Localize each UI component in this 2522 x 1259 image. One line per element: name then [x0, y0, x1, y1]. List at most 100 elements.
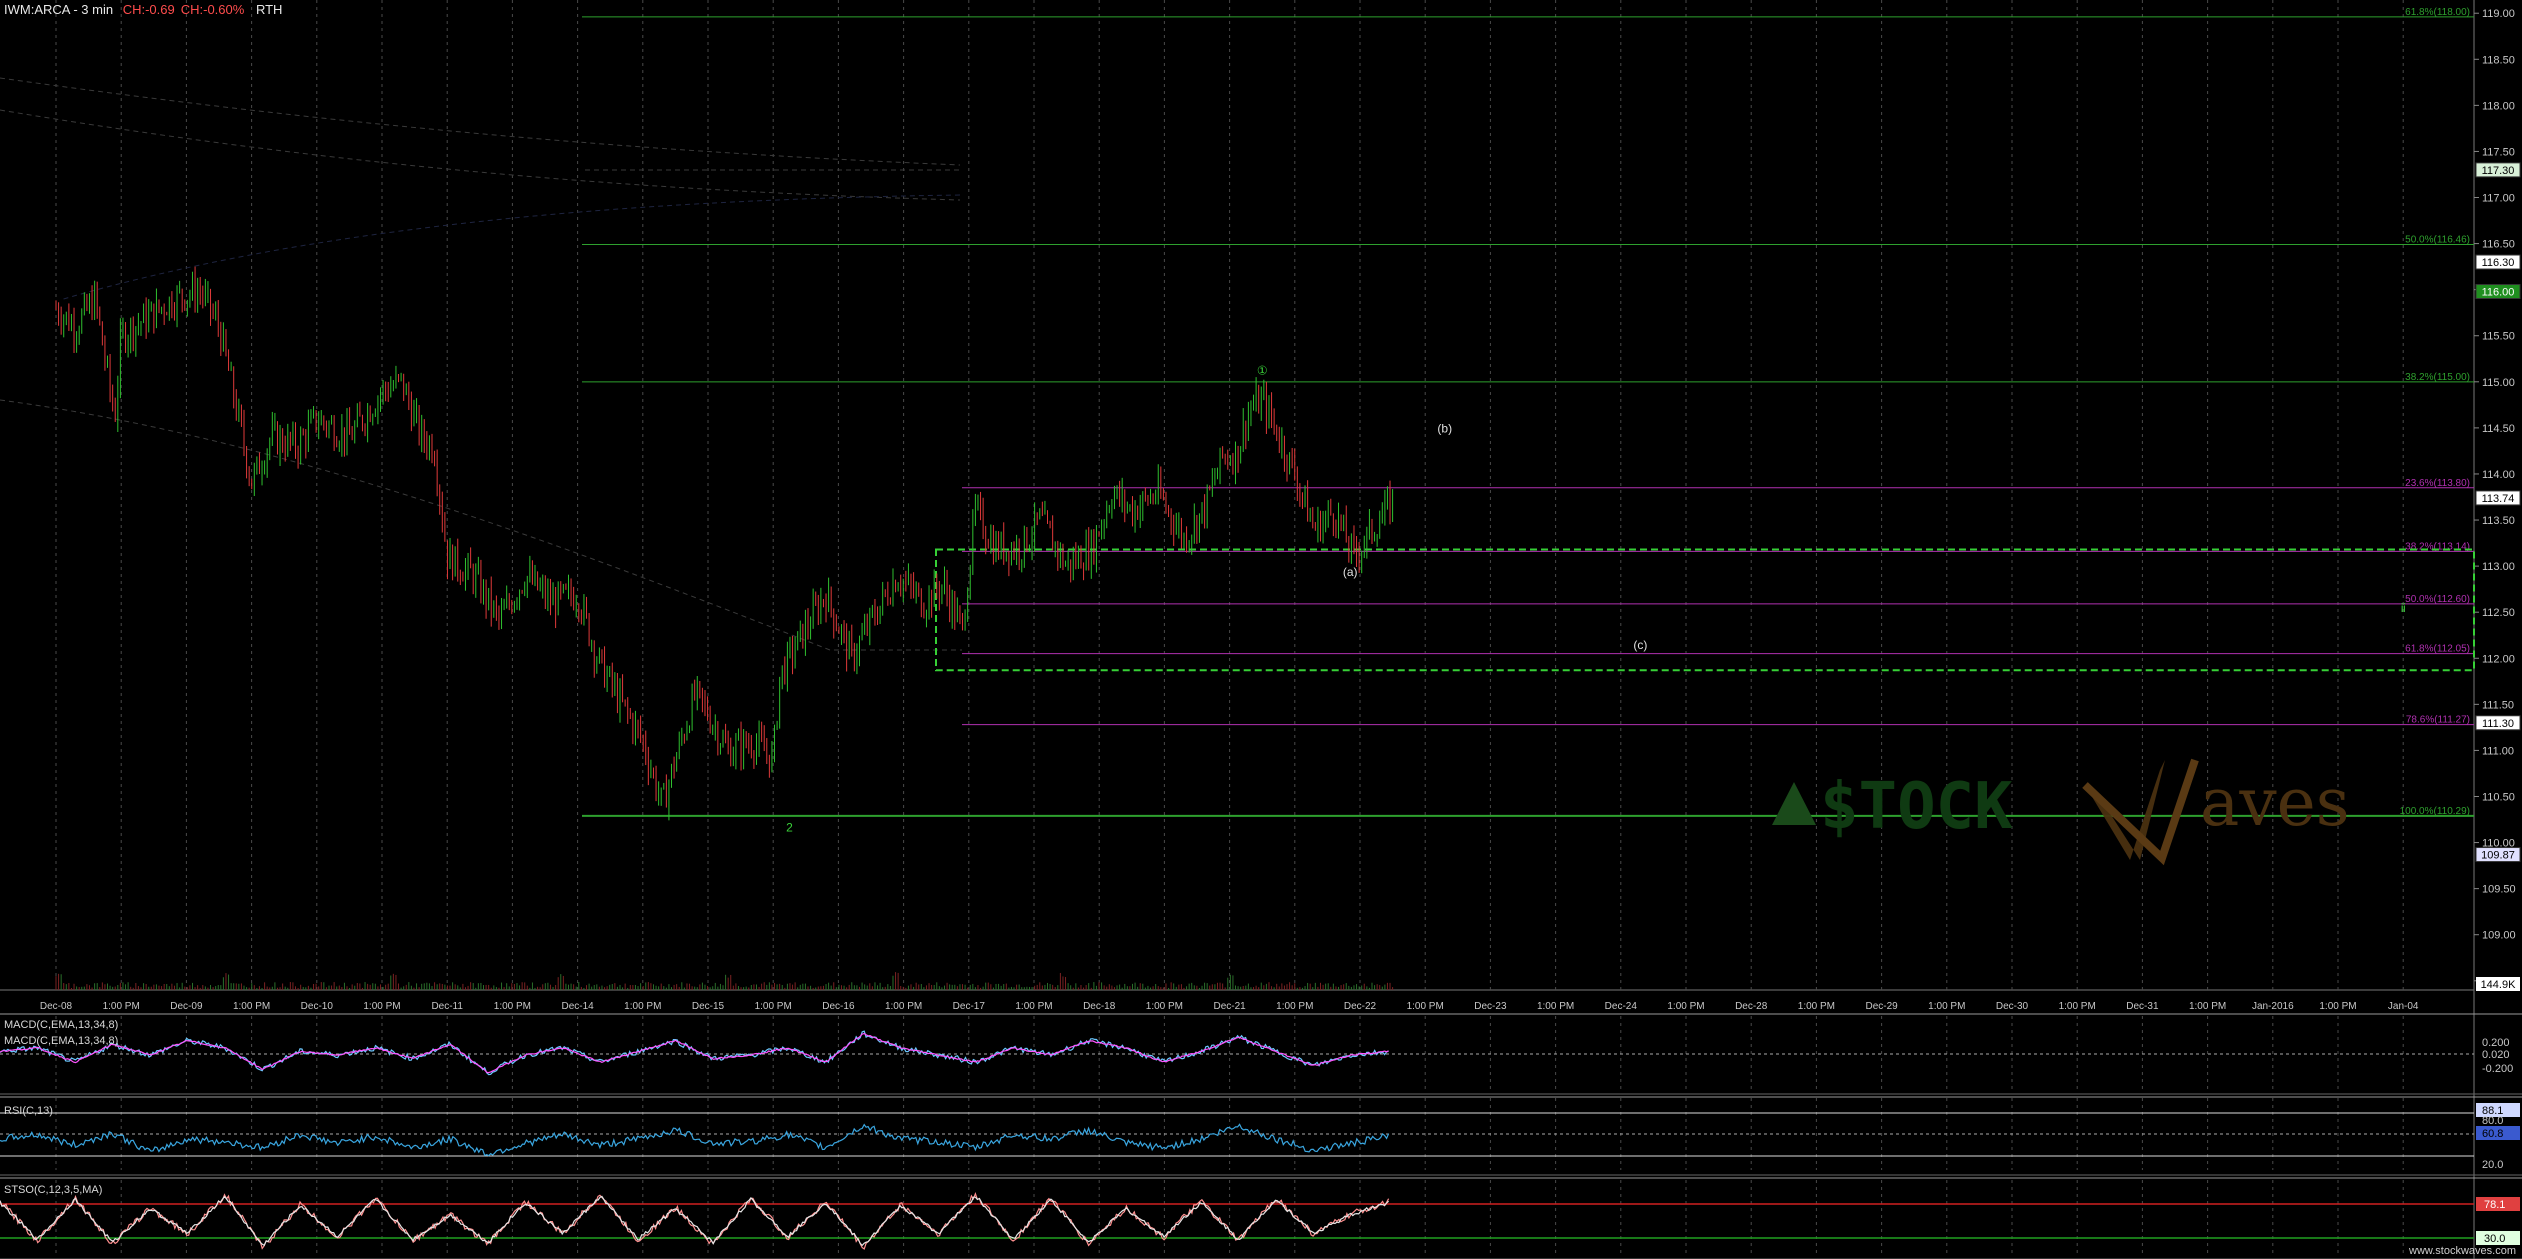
watermark-triangle [1772, 782, 1816, 825]
change-abs: CH:-0.69 [122, 2, 175, 17]
x-tick-label: 1:00 PM [1798, 1001, 1835, 1012]
fib-level-label: 50.0%(112.60) [2405, 594, 2470, 605]
fib-level-label: 100.0%(110.29) [2400, 806, 2470, 817]
y-tick-label: 110.50 [2482, 791, 2515, 803]
session-label: RTH [255, 2, 283, 17]
fib-level-label: 38.2%(115.00) [2405, 372, 2470, 383]
y-tick-label: 117.00 [2482, 193, 2515, 205]
candlestick-series [55, 266, 1394, 821]
wave-label: ⅱ [2400, 601, 2406, 615]
x-tick-label: Dec-16 [822, 1001, 855, 1012]
stso-y-label: 78.1 [2484, 1199, 2505, 1211]
x-tick-label: 1:00 PM [1146, 1001, 1183, 1012]
x-tick-label: Dec-24 [1605, 1001, 1638, 1012]
x-tick-label: Dec-21 [1213, 1001, 1246, 1012]
y-tick-label: 116.50 [2482, 239, 2515, 251]
watermark-left-text: $TOCK [1820, 770, 2013, 844]
x-tick-label: Dec-28 [1735, 1001, 1768, 1012]
x-tick-label: Jan-04 [2388, 1001, 2419, 1012]
x-tick-label: Dec-11 [431, 1001, 463, 1012]
macd-series-label: MACD(C,EMA,13,34,8) [4, 1035, 119, 1047]
y-tick-label: 118.00 [2482, 100, 2515, 112]
x-tick-label: 1:00 PM [885, 1001, 922, 1012]
price-tag-label: 116.30 [2482, 257, 2515, 269]
macd-line [0, 1032, 1389, 1074]
fib-level-label: 78.6%(111.27) [2406, 715, 2470, 726]
x-tick-label: 1:00 PM [363, 1001, 400, 1012]
fib-level-label: 61.8%(112.05) [2405, 644, 2470, 655]
x-tick-label: 1:00 PM [494, 1001, 531, 1012]
wave-label: (a) [1343, 565, 1358, 579]
y-tick-label: 119.00 [2482, 8, 2515, 20]
fib-level-label: 38.2%(113.14) [2405, 541, 2470, 552]
x-tick-label: Dec-31 [2126, 1001, 2159, 1012]
x-tick-label: 1:00 PM [103, 1001, 140, 1012]
wave-label: ① [1257, 363, 1268, 377]
stso-title: STSO(C,12,3,5,MA) [4, 1184, 103, 1196]
x-tick-label: Dec-09 [170, 1001, 203, 1012]
rsi-line [0, 1123, 1390, 1157]
volume-tag-label: 144.9K [2481, 979, 2517, 991]
channel-line [0, 77, 961, 166]
volume-bars [55, 972, 1394, 990]
channel-line [0, 399, 962, 651]
x-tick-label: Dec-15 [692, 1001, 725, 1012]
y-tick-label: 112.00 [2482, 653, 2515, 665]
channel-line [0, 109, 961, 201]
fib-level-label: 23.6%(113.80) [2405, 478, 2470, 489]
y-tick-label: 114.00 [2482, 469, 2515, 481]
macd-y-label: 0.200 [2482, 1037, 2510, 1049]
x-tick-label: 1:00 PM [1537, 1001, 1574, 1012]
x-tick-label: Dec-30 [1996, 1001, 2029, 1012]
wave-label: (c) [1633, 638, 1647, 652]
x-tick-label: 1:00 PM [755, 1001, 792, 1012]
x-tick-label: Dec-23 [1474, 1001, 1507, 1012]
support-box [935, 548, 2475, 672]
price-tag-label: 113.74 [2482, 493, 2515, 505]
x-tick-label: 1:00 PM [2319, 1001, 2356, 1012]
fib-level-label: 50.0%(116.46) [2405, 235, 2470, 246]
y-tick-label: 109.50 [2482, 884, 2516, 896]
y-tick-label: 117.50 [2482, 146, 2515, 158]
fib-level-label: 61.8%(118.00) [2405, 7, 2470, 18]
price-tag-label: 116.00 [2482, 287, 2515, 299]
x-tick-label: Dec-22 [1344, 1001, 1377, 1012]
y-tick-label: 111.00 [2482, 745, 2514, 757]
y-tick-label: 115.00 [2482, 377, 2515, 389]
stso-y-label: 30.0 [2484, 1233, 2505, 1245]
x-tick-label: 1:00 PM [233, 1001, 270, 1012]
x-tick-label: 1:00 PM [1667, 1001, 1704, 1012]
y-tick-label: 115.50 [2482, 331, 2515, 343]
stock-chart-canvas[interactable]: Dec-08 1:00 PM Dec-09 1:00 PM Dec-10 1:00 PM D… [0, 0, 2522, 1259]
x-tick-label: Dec-29 [1865, 1001, 1898, 1012]
price-tag-label: 117.30 [2482, 165, 2515, 177]
x-tick-label: Dec-17 [953, 1001, 986, 1012]
x-tick-label: 1:00 PM [2059, 1001, 2096, 1012]
y-tick-label: 113.50 [2482, 515, 2515, 527]
rsi-title: RSI(C,13) [4, 1105, 53, 1117]
x-tick-label: 1:00 PM [1407, 1001, 1444, 1012]
site-watermark: www.stockwaves.com [2409, 1245, 2516, 1257]
y-tick-label: 112.50 [2482, 607, 2515, 619]
x-tick-label: Dec-18 [1083, 1001, 1116, 1012]
y-tick-label: 114.50 [2482, 423, 2515, 435]
x-tick-label: Jan-2016 [2252, 1001, 2294, 1012]
y-tick-label: 118.50 [2482, 54, 2515, 66]
price-tag-label: 109.87 [2481, 850, 2515, 862]
change-pct: CH:-0.60% [180, 2, 245, 17]
x-tick-label: Dec-08 [40, 1001, 73, 1012]
y-tick-label: 111.50 [2482, 699, 2514, 711]
chart-header: IWM:ARCA - 3 min CH:-0.69 CH:-0.60% RTH [4, 2, 282, 17]
rsi-y-label: 60.8 [2482, 1128, 2503, 1140]
macd-histogram [0, 1030, 1389, 1076]
x-tick-label: 1:00 PM [1928, 1001, 1965, 1012]
y-tick-label: 113.00 [2482, 561, 2515, 573]
x-tick-label: 1:00 PM [624, 1001, 661, 1012]
y-tick-label: 109.00 [2482, 930, 2516, 942]
x-tick-label: Dec-14 [561, 1001, 594, 1012]
price-tag-label: 111.30 [2482, 718, 2514, 730]
x-tick-label: 1:00 PM [2189, 1001, 2226, 1012]
x-tick-label: 1:00 PM [1276, 1001, 1313, 1012]
symbol-label[interactable]: IWM:ARCA - 3 min [4, 2, 113, 17]
macd-y-label: 0.020 [2482, 1049, 2510, 1061]
